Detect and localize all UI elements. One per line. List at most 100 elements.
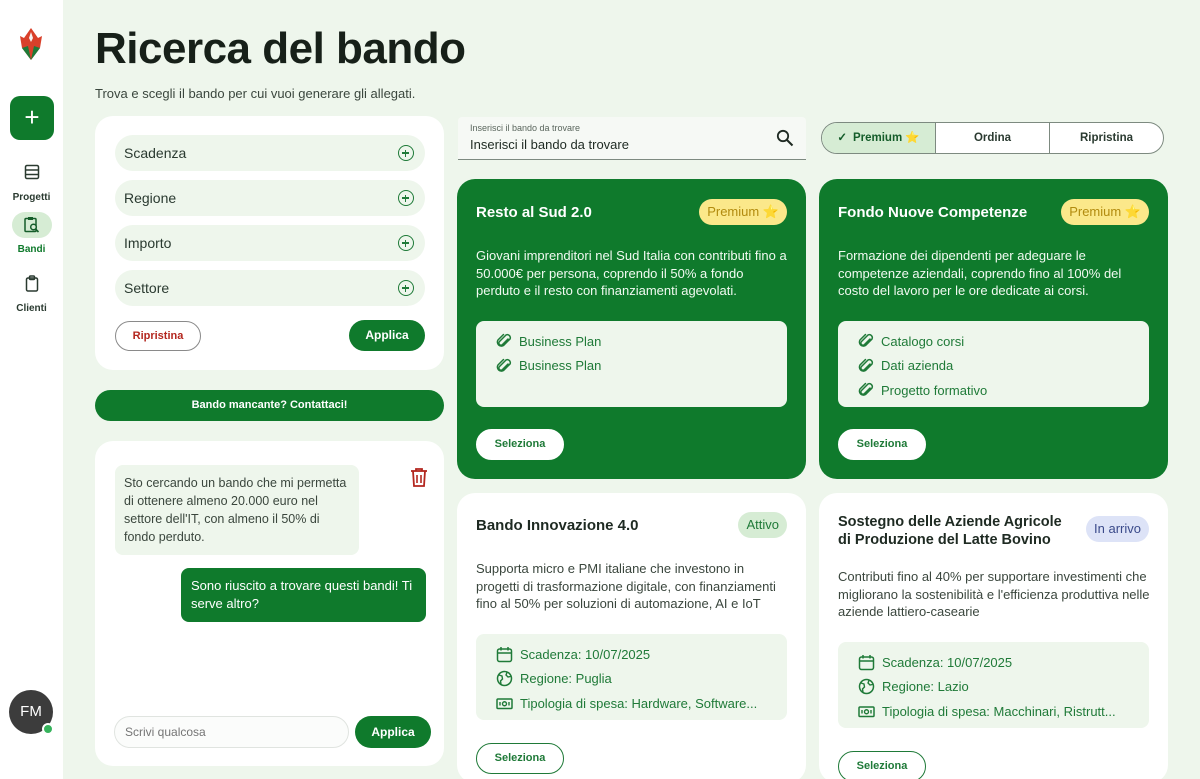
attachments-box: Catalogo corsi Dati azienda Progetto for… bbox=[838, 321, 1149, 407]
status-badge: In arrivo bbox=[1086, 516, 1149, 542]
sidebar-item-label: Bandi bbox=[17, 244, 46, 255]
attachment-label: Progetto formativo bbox=[881, 382, 988, 398]
apply-filters-button[interactable]: Applica bbox=[349, 320, 425, 351]
attachment-item: Business Plan bbox=[496, 354, 787, 379]
attachment-item: Dati azienda bbox=[858, 354, 1149, 379]
paperclip-icon bbox=[496, 358, 512, 372]
trash-icon[interactable] bbox=[410, 467, 428, 487]
premium-toggle-label: Premium ⭐ bbox=[852, 132, 920, 144]
add-button[interactable]: + bbox=[10, 96, 54, 140]
chat-panel: Sto cercando un bando che mi permetta di… bbox=[95, 441, 444, 766]
reset-button[interactable]: Ripristina bbox=[1050, 123, 1163, 153]
filter-segmented-control: ✓ Premium ⭐ Ordina Ripristina bbox=[821, 122, 1164, 154]
detail-item: Scadenza: 10/07/2025 bbox=[858, 650, 1149, 675]
add-circle-icon[interactable] bbox=[398, 235, 414, 251]
bando-card[interactable]: Resto al Sud 2.0 Premium ⭐ Giovani impre… bbox=[457, 179, 806, 479]
bando-card[interactable]: Fondo Nuove Competenze Premium ⭐ Formazi… bbox=[819, 179, 1168, 479]
chat-send-button[interactable]: Applica bbox=[355, 716, 431, 748]
attachment-label: Business Plan bbox=[519, 333, 602, 349]
attachments-box: Business Plan Business Plan bbox=[476, 321, 787, 407]
premium-badge: Premium ⭐ bbox=[699, 199, 787, 225]
filters-panel: Scadenza Regione Importo Settore Riprist… bbox=[95, 116, 444, 370]
globe-icon bbox=[496, 671, 513, 687]
attachment-item: Business Plan bbox=[496, 329, 787, 354]
search-label: Inserisci il bando da trovare bbox=[470, 123, 581, 133]
calendar-icon bbox=[496, 646, 513, 662]
select-button[interactable]: Seleziona bbox=[476, 429, 564, 460]
page-subtitle: Trova e scegli il bando per cui vuoi gen… bbox=[95, 86, 416, 101]
filter-scadenza[interactable]: Scadenza bbox=[115, 135, 425, 171]
document-search-icon bbox=[11, 212, 52, 238]
detail-label: Scadenza: 10/07/2025 bbox=[520, 646, 651, 662]
chat-message-user: Sto cercando un bando che mi permetta di… bbox=[115, 465, 359, 555]
card-title: Sostegno delle Aziende Agricole di Produ… bbox=[838, 514, 1062, 548]
reset-filters-button[interactable]: Ripristina bbox=[115, 321, 201, 351]
list-icon bbox=[12, 160, 52, 186]
status-badge: Attivo bbox=[738, 512, 787, 538]
detail-label: Tipologia di spesa: Macchinari, Ristrutt… bbox=[882, 703, 1116, 719]
attachment-label: Catalogo corsi bbox=[881, 333, 965, 349]
bando-card[interactable]: Sostegno delle Aziende Agricole di Produ… bbox=[819, 493, 1168, 779]
sidebar-item-clienti[interactable]: Clienti bbox=[0, 271, 63, 314]
detail-item: Tipologia di spesa: Macchinari, Ristrutt… bbox=[858, 699, 1149, 724]
chat-input[interactable] bbox=[114, 716, 349, 748]
select-button[interactable]: Seleziona bbox=[838, 751, 926, 779]
details-box: Scadenza: 10/07/2025 Regione: Puglia Tip… bbox=[476, 634, 787, 720]
paperclip-icon bbox=[858, 383, 874, 397]
sort-button[interactable]: Ordina bbox=[936, 123, 1050, 153]
attachment-label: Dati azienda bbox=[881, 358, 954, 374]
attachment-item: Catalogo corsi bbox=[858, 329, 1149, 354]
filter-settore[interactable]: Settore bbox=[115, 270, 425, 306]
detail-item: Regione: Lazio bbox=[858, 675, 1149, 700]
sidebar-item-bandi[interactable]: Bandi bbox=[0, 212, 63, 255]
online-status-dot bbox=[42, 723, 54, 735]
detail-label: Regione: Puglia bbox=[520, 671, 612, 687]
search-input[interactable]: Inserisci il bando da trovare bbox=[470, 137, 629, 152]
sidebar-item-progetti[interactable]: Progetti bbox=[0, 160, 63, 203]
money-icon bbox=[858, 706, 875, 717]
search-icon[interactable] bbox=[776, 129, 794, 147]
paperclip-icon bbox=[858, 358, 874, 372]
page-title: Ricerca del bando bbox=[95, 24, 466, 73]
money-icon bbox=[496, 698, 513, 709]
card-title: Resto al Sud 2.0 bbox=[476, 204, 592, 221]
chat-message-assistant: Sono riuscito a trovare questi bandi! Ti… bbox=[181, 568, 426, 622]
add-circle-icon[interactable] bbox=[398, 190, 414, 206]
filter-regione[interactable]: Regione bbox=[115, 180, 425, 216]
add-circle-icon[interactable] bbox=[398, 280, 414, 296]
bando-card[interactable]: Bando Innovazione 4.0 Attivo Supporta mi… bbox=[457, 493, 806, 779]
clipboard-icon bbox=[12, 271, 52, 297]
card-title: Fondo Nuove Competenze bbox=[838, 204, 1028, 221]
detail-item: Regione: Puglia bbox=[496, 667, 787, 692]
sidebar-item-label: Clienti bbox=[16, 303, 47, 314]
paperclip-icon bbox=[858, 334, 874, 348]
filter-importo[interactable]: Importo bbox=[115, 225, 425, 261]
card-description: Giovani imprenditori nel Sud Italia con … bbox=[476, 248, 787, 298]
filter-label: Regione bbox=[124, 190, 177, 206]
filter-label: Importo bbox=[124, 235, 172, 251]
contact-button[interactable]: Bando mancante? Contattaci! bbox=[95, 390, 444, 421]
search-field[interactable]: Inserisci il bando da trovare Inserisci … bbox=[458, 117, 806, 160]
add-circle-icon[interactable] bbox=[398, 145, 414, 161]
filter-label: Settore bbox=[124, 280, 170, 296]
detail-label: Regione: Lazio bbox=[882, 679, 969, 695]
card-description: Formazione dei dipendenti per adeguare l… bbox=[838, 248, 1122, 298]
filter-label: Scadenza bbox=[124, 145, 187, 161]
detail-label: Scadenza: 10/07/2025 bbox=[882, 654, 1013, 670]
card-description: Supporta micro e PMI italiane che invest… bbox=[476, 561, 776, 611]
globe-icon bbox=[858, 679, 875, 695]
select-button[interactable]: Seleziona bbox=[838, 429, 926, 460]
card-description: Contributi fino al 40% per supportare in… bbox=[838, 569, 1150, 619]
attachment-item: Progetto formativo bbox=[858, 378, 1149, 403]
check-icon: ✓ bbox=[837, 132, 847, 144]
paperclip-icon bbox=[496, 334, 512, 348]
attachment-label: Business Plan bbox=[519, 358, 602, 374]
premium-toggle[interactable]: ✓ Premium ⭐ bbox=[822, 123, 936, 153]
premium-badge: Premium ⭐ bbox=[1061, 199, 1149, 225]
select-button[interactable]: Seleziona bbox=[476, 743, 564, 774]
detail-item: Scadenza: 10/07/2025 bbox=[496, 642, 787, 667]
detail-label: Tipologia di spesa: Hardware, Software..… bbox=[520, 695, 758, 711]
sidebar: + Progetti Bandi Clienti FM bbox=[0, 0, 63, 779]
app-logo-icon bbox=[20, 28, 42, 60]
sidebar-item-label: Progetti bbox=[12, 192, 51, 203]
